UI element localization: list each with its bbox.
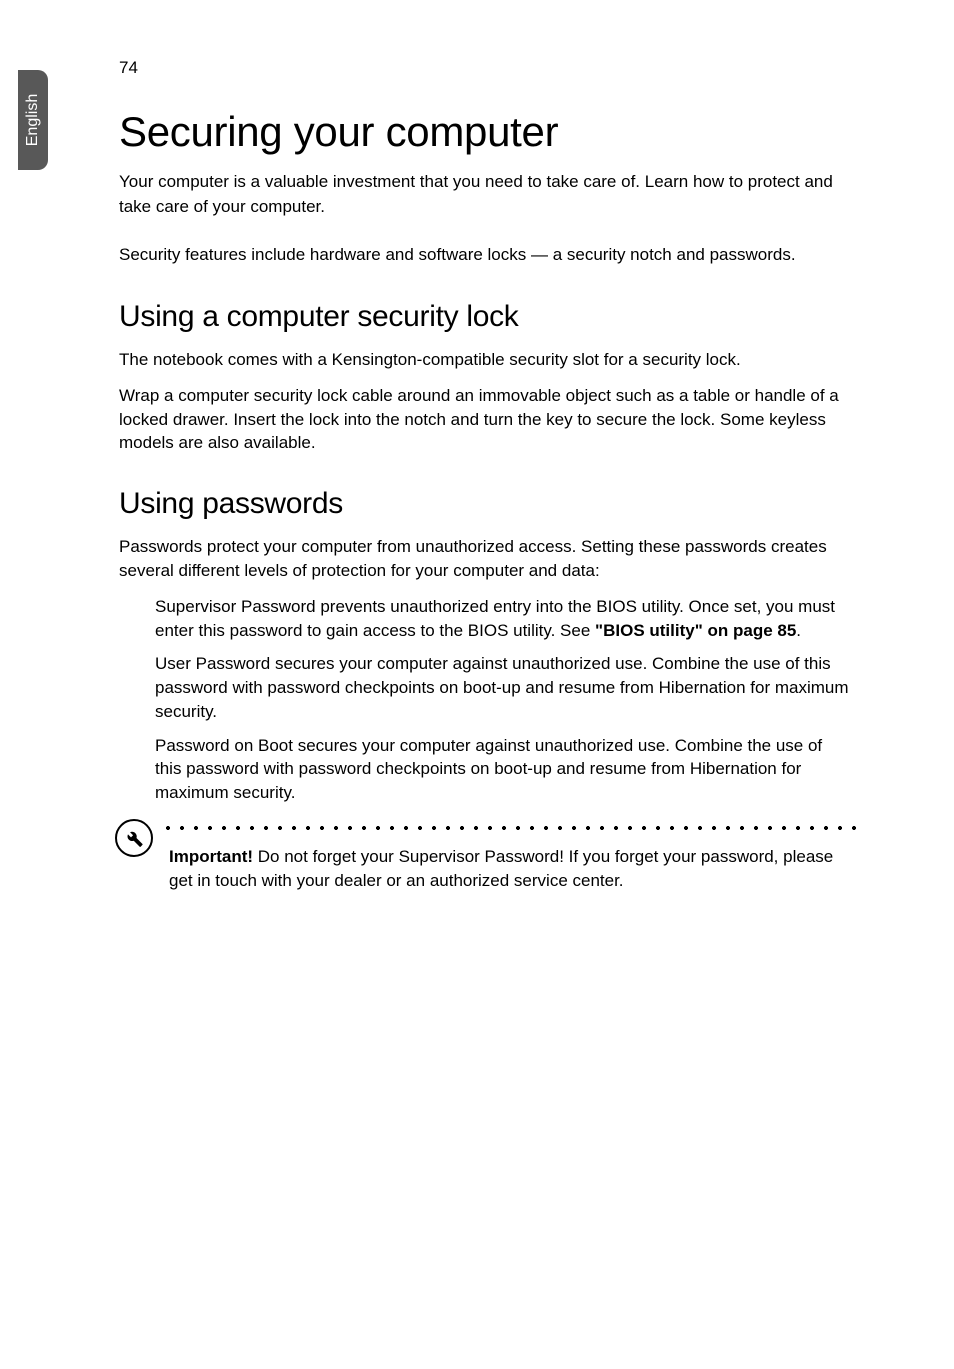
security-lock-p2: Wrap a computer security lock cable arou…	[119, 384, 849, 455]
passwords-p1: Passwords protect your computer from una…	[119, 535, 849, 583]
bios-utility-link[interactable]: "BIOS utility" on page 85	[595, 621, 796, 640]
list-item-user-password: User Password secures your computer agai…	[155, 652, 849, 723]
list-item-text-after: .	[796, 621, 801, 640]
important-text: Important! Do not forget your Supervisor…	[169, 845, 849, 893]
important-icon	[115, 819, 153, 857]
wrench-icon	[124, 828, 144, 848]
language-tab: English	[18, 70, 48, 170]
important-label: Important!	[169, 847, 253, 866]
page-number: 74	[119, 58, 138, 78]
main-content: Securing your computer Your computer is …	[119, 108, 849, 893]
important-body: Do not forget your Supervisor Password! …	[169, 847, 833, 890]
security-lock-p1: The notebook comes with a Kensington-com…	[119, 348, 849, 372]
important-callout: Important! Do not forget your Supervisor…	[119, 825, 849, 893]
section-heading-passwords: Using passwords	[119, 487, 849, 521]
dotted-divider	[161, 825, 861, 831]
page-title: Securing your computer	[119, 108, 849, 156]
list-item-password-boot: Password on Boot secures your computer a…	[155, 734, 849, 805]
intro-paragraph-1: Your computer is a valuable investment t…	[119, 170, 849, 219]
section-heading-security-lock: Using a computer security lock	[119, 300, 849, 334]
list-item-supervisor: Supervisor Password prevents unauthorize…	[155, 595, 849, 643]
intro-paragraph-2: Security features include hardware and s…	[119, 243, 849, 268]
language-tab-label: English	[24, 94, 42, 146]
